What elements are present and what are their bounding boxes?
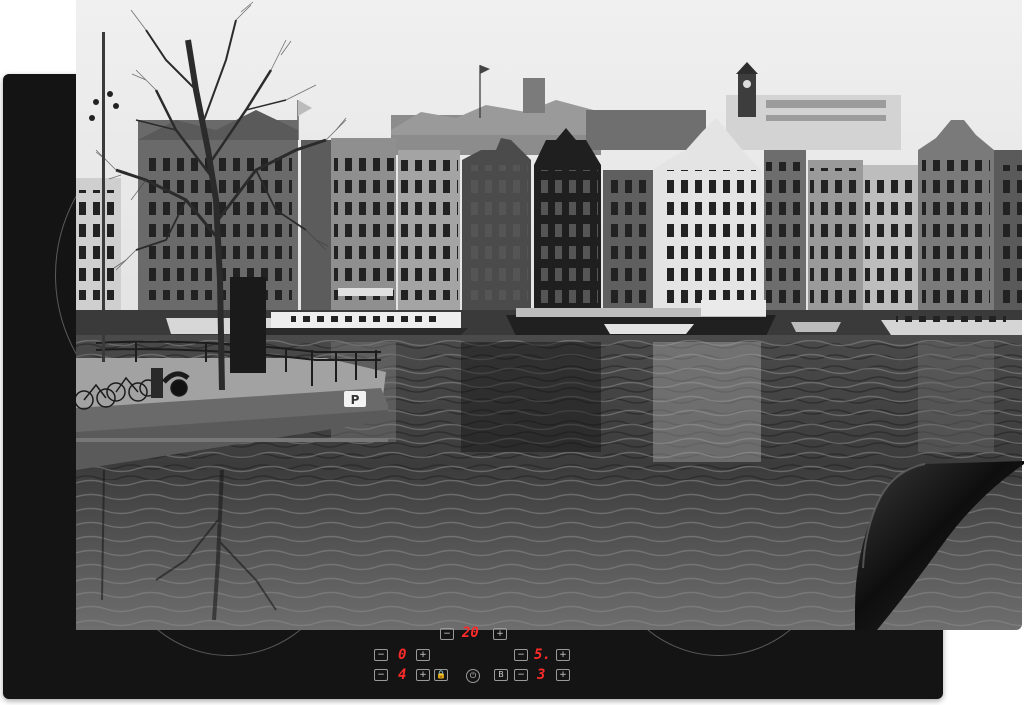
timer-minus-button[interactable]: − — [440, 628, 454, 640]
info-signboard — [230, 277, 266, 373]
left-zone-bottom-control: − 4 + 🔒 — [374, 668, 464, 682]
timer-display: 20 — [462, 625, 479, 641]
left-zone-top-minus-button[interactable]: − — [374, 649, 388, 661]
right-zone-top-display: 5. — [534, 647, 551, 663]
right-zone-bottom-plus-button[interactable]: + — [556, 669, 570, 681]
right-zone-bottom-display: 3 — [537, 667, 546, 683]
parking-sign-letter: P — [351, 393, 360, 407]
left-zone-bottom-plus-button[interactable]: + — [416, 669, 430, 681]
left-zone-bottom-minus-button[interactable]: − — [374, 669, 388, 681]
right-zone-top-control: − 5. + — [514, 648, 574, 662]
boost-button[interactable]: B — [494, 669, 508, 681]
right-zone-bottom-minus-button[interactable]: − — [514, 669, 528, 681]
lock-icon[interactable]: 🔒 — [434, 669, 448, 681]
left-zone-top-control: − 0 + — [374, 648, 434, 662]
right-zone-bottom-control: B − 3 + — [494, 668, 584, 682]
timer-plus-button[interactable]: + — [493, 628, 507, 640]
left-zone-bottom-display: 4 — [398, 667, 407, 683]
mat-curled-corner[interactable] — [855, 458, 1024, 630]
right-zone-top-plus-button[interactable]: + — [556, 649, 570, 661]
timer-control: − 20 + — [440, 625, 510, 641]
parking-sign: P — [344, 391, 366, 407]
right-zone-top-minus-button[interactable]: − — [514, 649, 528, 661]
left-zone-top-plus-button[interactable]: + — [416, 649, 430, 661]
left-zone-top-display: 0 — [398, 647, 407, 663]
